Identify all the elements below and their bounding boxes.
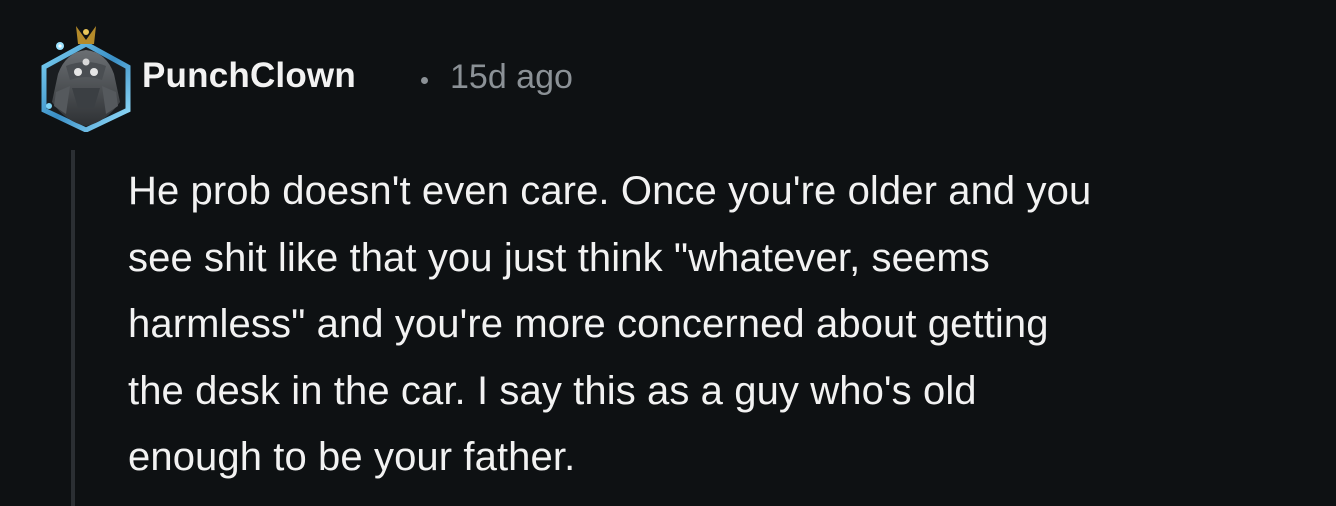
meta-separator-dot [421, 77, 428, 84]
author-username[interactable]: PunchClown [142, 56, 356, 96]
user-avatar[interactable] [36, 22, 136, 132]
comment: PunchClown 15d ago He prob doesn't even … [0, 0, 1336, 506]
comment-body-line: He prob doesn't even care. Once you're o… [128, 169, 1092, 213]
comment-body-line: the desk in the car. I say this as a guy… [128, 368, 977, 413]
comment-body-line: harmless" and you're more concerned abou… [128, 302, 1049, 346]
thread-line[interactable] [71, 150, 75, 506]
comment-body-line: enough to be your father. [128, 435, 576, 479]
comment-body-line: see shit like that you just think "whate… [128, 235, 990, 280]
snoo-avatar-icon [41, 26, 131, 132]
comment-body: He prob doesn't even care. Once you're o… [128, 158, 1318, 491]
comment-timestamp[interactable]: 15d ago [450, 58, 573, 97]
